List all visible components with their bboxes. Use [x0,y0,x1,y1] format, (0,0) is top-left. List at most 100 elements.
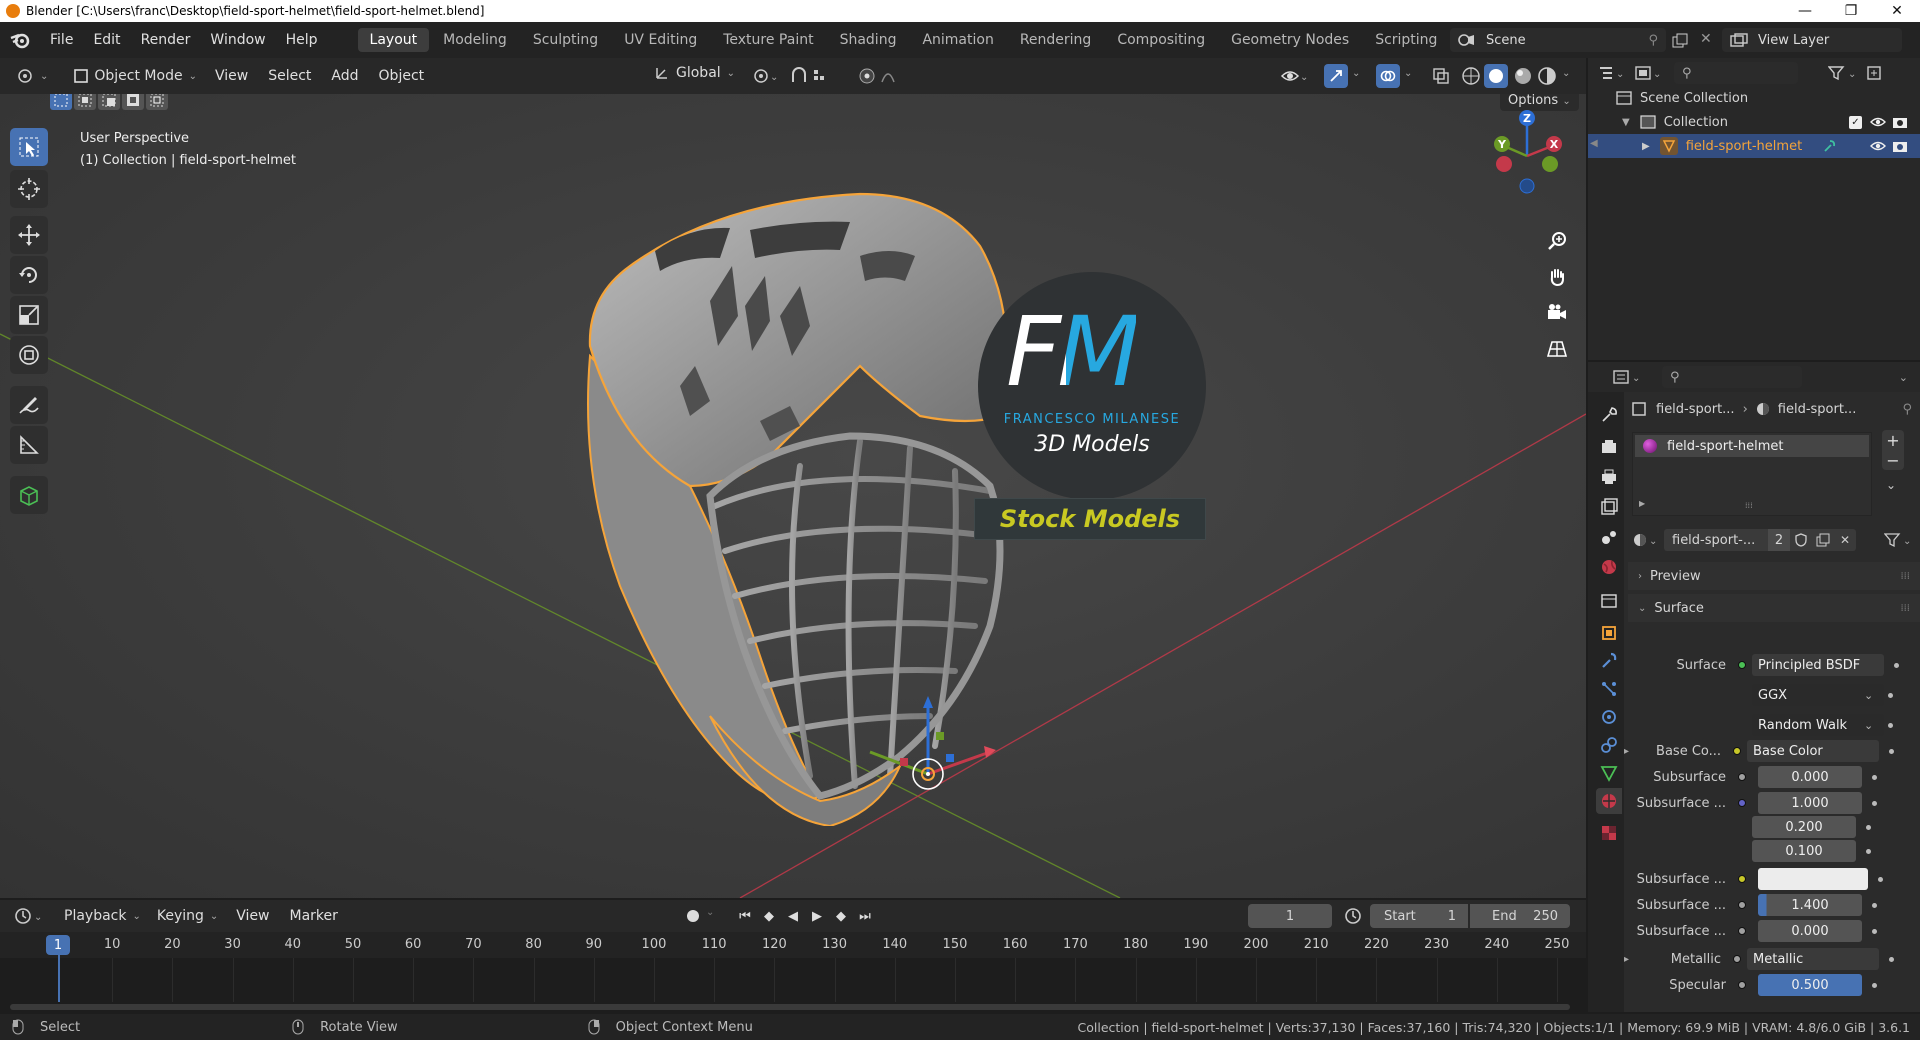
tool-transform[interactable] [10,336,48,374]
new-collection-icon[interactable] [1866,65,1882,81]
solid-shading-icon[interactable] [1484,64,1508,88]
tab-collection[interactable] [1596,588,1622,614]
panel-drag-icon[interactable]: ⁞⁞⁞ [1900,571,1910,582]
socket-icon[interactable] [1738,773,1746,781]
jump-start-icon[interactable]: ⏮ [734,905,756,927]
pan-view-button[interactable] [1542,262,1572,292]
surface-row-value[interactable] [1758,868,1868,890]
snap-icon[interactable] [790,66,840,86]
filter-icon[interactable]: ⌄ [1828,65,1858,81]
tab-animation[interactable]: Animation [910,28,1005,52]
outliner-row-collection[interactable]: ▼ Collection ✓ [1588,110,1920,134]
tab-view-layer[interactable] [1596,494,1622,520]
keyframe-dot-icon[interactable] [1866,824,1871,830]
menu-help[interactable]: Help [276,32,328,48]
surface-row-value[interactable]: 0.200 [1752,816,1856,838]
shading-dropdown-icon[interactable]: ⌄ [1562,68,1570,79]
material-slot-item[interactable]: field-sport-helmet [1635,435,1869,457]
keyframe-dot-icon[interactable] [1894,662,1899,668]
material-filter-icon[interactable]: ⌄ [1884,532,1912,548]
remove-slot-icon[interactable]: − [1886,451,1899,470]
tool-measure[interactable] [10,426,48,464]
keyframe-dot-icon[interactable] [1872,902,1877,908]
tool-scale[interactable] [10,296,48,334]
timeline-area[interactable]: 1 10 20 30 40 50 60 70 80 90 100 110 120 130 140 150 160… [0,932,1586,1014]
close-window-button[interactable]: ✕ [1874,0,1920,22]
surface-row[interactable]: ▸ Metallic Metallic [1624,946,1920,972]
scene-selector[interactable]: Scene ⚲ [1450,28,1666,52]
viewport-menu-view[interactable]: View [205,68,258,84]
current-frame-field[interactable]: 1 [1248,904,1332,928]
modifier-wrench-icon[interactable] [1822,139,1836,153]
tab-scene[interactable] [1596,524,1622,550]
material-shading-icon[interactable] [1512,65,1534,87]
overlays-toggle-icon[interactable] [1376,64,1400,88]
outliner-search-input[interactable]: ⚲ [1674,62,1798,84]
blender-menu-icon[interactable] [0,31,40,49]
surface-row[interactable]: Subsurface ... 1.400 [1624,892,1920,918]
prev-keyframe-icon[interactable]: ◆ [758,905,780,927]
surface-row-value[interactable]: 0.000 [1758,920,1862,942]
socket-icon[interactable] [1738,927,1746,935]
tool-add-cube[interactable] [10,476,48,514]
tab-object[interactable] [1596,620,1622,646]
pin-properties-icon[interactable]: ⚲ [1902,402,1912,417]
surface-row[interactable]: 0.200 [1624,814,1920,840]
properties-editor-icon[interactable]: ⌄ [1612,369,1642,385]
add-slot-icon[interactable]: + [1886,431,1899,450]
helmet-render-camera-icon[interactable] [1892,139,1908,153]
tab-material[interactable] [1596,788,1622,814]
zoom-view-button[interactable] [1542,226,1572,256]
timeline-menu-playback[interactable]: Playback ⌄ [56,905,149,927]
pivot-icon[interactable]: ⌄ [752,67,778,85]
editor-type-dropdown[interactable]: ⌄ [8,65,56,87]
keyframe-dot-icon[interactable] [1872,982,1877,988]
socket-icon[interactable] [1738,901,1746,909]
tab-shading[interactable]: Shading [828,28,909,52]
unlink-material-icon[interactable]: ✕ [1834,529,1856,551]
menu-edit[interactable]: Edit [83,32,130,48]
auto-key-dropdown-icon[interactable]: ⌄ [706,907,714,918]
camera-view-button[interactable] [1542,298,1572,328]
menu-file[interactable]: File [40,32,83,48]
surface-row[interactable]: Surface Principled BSDF [1624,652,1920,678]
end-frame-field[interactable]: End 250 [1470,904,1570,928]
menu-render[interactable]: Render [131,32,201,48]
3d-viewport[interactable]: Options ⌄ User Perspective (1) Collectio… [0,94,1586,898]
slot-specials-icon[interactable]: ⌄ [1886,478,1896,492]
mode-dropdown[interactable]: Object Mode ⌄ [66,65,205,87]
display-mode-icon[interactable]: ⌄ [1634,65,1662,81]
object-origin-gizmo[interactable] [850,694,1010,824]
surface-row[interactable]: 0.100 [1624,838,1920,864]
minimize-button[interactable]: — [1782,0,1828,22]
keyframe-dot-icon[interactable] [1872,774,1877,780]
tab-scripting[interactable]: Scripting [1363,28,1449,52]
surface-row[interactable]: Random Walk ⌄ [1624,712,1920,738]
surface-row-value[interactable]: 0.500 [1758,974,1862,996]
fake-user-shield-icon[interactable] [1790,529,1812,551]
start-frame-field[interactable]: Start 1 [1370,904,1468,928]
maximize-button[interactable]: ❐ [1828,0,1874,22]
outliner-row-helmet[interactable]: ▶ field-sport-helmet [1588,134,1920,158]
tool-cursor[interactable] [10,170,48,208]
surface-row[interactable]: Subsurface ... 0.000 [1624,918,1920,944]
tab-uv-editing[interactable]: UV Editing [612,28,709,52]
panel-surface[interactable]: ⌄ Surface ⁞⁞⁞ [1628,594,1920,622]
surface-row-value[interactable]: 0.100 [1752,840,1856,862]
tab-sculpting[interactable]: Sculpting [521,28,610,52]
material-slot-list[interactable]: field-sport-helmet ▶ ⁞⁞⁞ [1632,432,1872,516]
navigation-axis-gizmo[interactable]: Z X Y [1482,106,1572,196]
tab-modeling[interactable]: Modeling [431,28,519,52]
surface-row[interactable]: Subsurface 0.000 [1624,764,1920,790]
collapse-arrow-icon[interactable]: ▼ [1622,117,1630,128]
tab-layout[interactable]: Layout [357,28,430,52]
visibility-icon[interactable]: ⌄ [1280,66,1308,86]
render-camera-icon[interactable] [1892,115,1908,129]
viewport-menu-object[interactable]: Object [369,68,435,84]
surface-row[interactable]: Subsurface ... 1.000 [1624,790,1920,816]
play-reverse-icon[interactable]: ◀ [782,905,804,927]
tab-world[interactable] [1596,554,1622,580]
timeline-scrollbar[interactable] [10,1004,1570,1010]
duplicate-material-icon[interactable] [1812,529,1834,551]
tab-output[interactable] [1596,464,1622,490]
